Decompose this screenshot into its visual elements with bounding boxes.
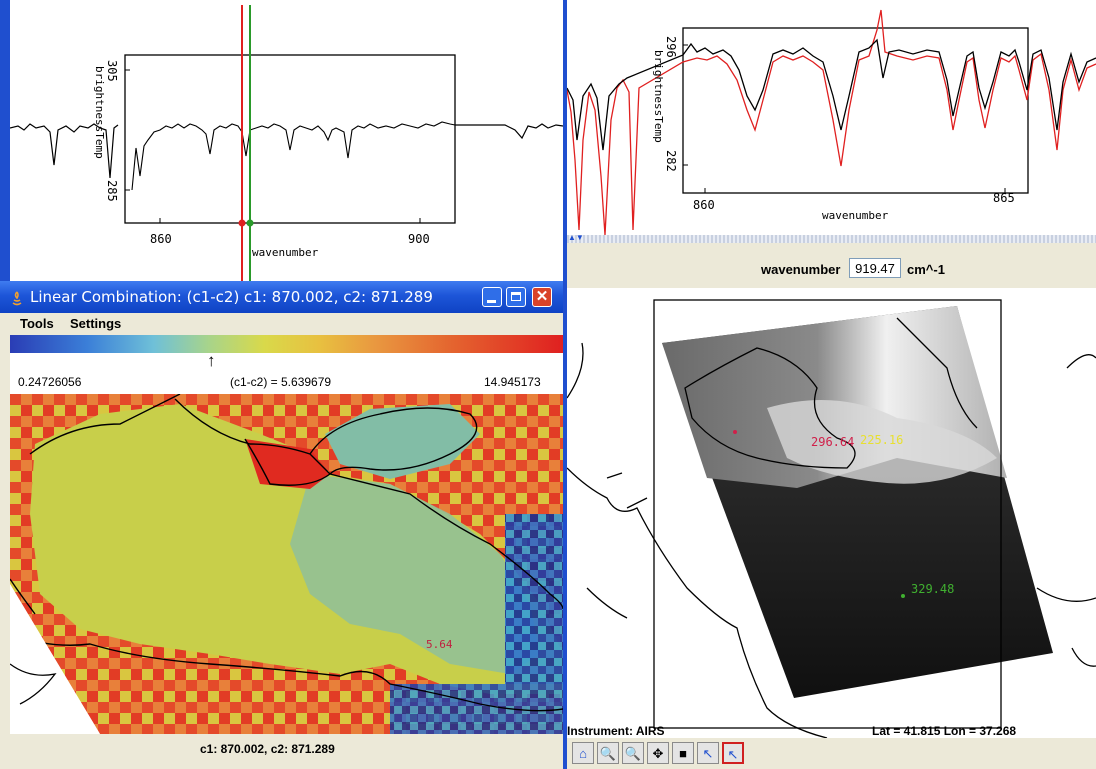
- close-button[interactable]: ✕: [532, 287, 552, 307]
- region-blue-south: [390, 684, 563, 734]
- plot-frame: [682, 27, 1029, 194]
- left-lower-edge: [0, 313, 10, 769]
- pan-button[interactable]: ✥: [647, 742, 669, 764]
- region-blue-east: [505, 514, 563, 684]
- probe-value-map: 5.64: [426, 638, 453, 651]
- lat-lon-readout: Lat = 41.815 Lon = 37.268: [872, 724, 1017, 738]
- pointer-selected-icon: ↖: [727, 747, 739, 762]
- pointer-selected-button[interactable]: ↖: [722, 742, 744, 764]
- cursor-marker-green[interactable]: [246, 219, 254, 227]
- ytick-282: 282: [664, 150, 678, 172]
- minimize-button[interactable]: [482, 287, 502, 307]
- brightness-map[interactable]: 296.64 225.16 329.48: [567, 288, 1096, 738]
- zoom-in-button[interactable]: 🔍: [597, 742, 619, 764]
- ytick-285: 285: [105, 180, 119, 202]
- spectrum-trace-outer-right: [455, 123, 563, 140]
- menu-tools[interactable]: Tools: [20, 316, 54, 331]
- wavenumber-label: wavenumber: [761, 262, 841, 277]
- spectrum-trace-red: [567, 9, 1096, 235]
- colorbar[interactable]: [10, 335, 563, 353]
- panel-splitter[interactable]: [567, 235, 1096, 243]
- cursor-marker-red[interactable]: [238, 219, 246, 227]
- ytick-296: 296: [664, 36, 678, 58]
- window-title: Linear Combination: (c1-c2) c1: 870.002,…: [30, 288, 433, 306]
- x-axis-label: wavenumber: [822, 209, 889, 222]
- spectrum-trace-inner: [131, 121, 456, 191]
- y-axis-label: brightnessTemp: [93, 66, 106, 159]
- ytick-305: 305: [105, 60, 119, 82]
- xtick-865: 865: [993, 191, 1015, 205]
- close-icon: ✕: [535, 288, 549, 305]
- zoom-out-icon: 🔍: [624, 746, 642, 761]
- y-axis-label: brightnessTemp: [652, 50, 665, 143]
- instrument-label: Instrument: AIRS: [567, 724, 665, 738]
- wavenumber-unit: cm^-1: [907, 262, 945, 277]
- probe-point-red[interactable]: [733, 430, 737, 434]
- pointer-icon: ↖: [702, 746, 714, 761]
- wavenumber-input[interactable]: 919.47: [849, 258, 901, 278]
- colorbar-center-label: (c1-c2) = 5.639679: [230, 375, 332, 389]
- probe-value-green: 329.48: [911, 582, 954, 596]
- zoom-in-icon: 🔍: [599, 746, 617, 761]
- pan-icon: ✥: [652, 746, 664, 761]
- probe-value-yellow: 225.16: [860, 433, 903, 447]
- box-select-icon: ■: [679, 746, 687, 761]
- spectrum-plot-left[interactable]: 305 285 brightnessTemp 860 900 wavenumbe…: [10, 0, 563, 281]
- colorbar-max-label: 14.945173: [484, 375, 541, 389]
- xtick-900: 900: [408, 232, 430, 246]
- splitter-arrows-icon[interactable]: ▲▼: [568, 234, 584, 242]
- colorbar-min-label: 0.24726056: [18, 375, 82, 389]
- map-white-corner: [10, 584, 100, 734]
- plot-frame: [124, 54, 456, 224]
- xtick-860: 860: [150, 232, 172, 246]
- spectrum-plot-right[interactable]: 296 282 brightnessTemp 860 865 wavenumbe…: [567, 0, 1096, 235]
- colorbar-arrow[interactable]: ↑: [207, 352, 216, 369]
- box-select-button[interactable]: ■: [672, 742, 694, 764]
- home-icon: ⌂: [579, 746, 587, 761]
- maximize-icon: [511, 292, 521, 301]
- x-axis-label: wavenumber: [252, 246, 319, 259]
- xtick-860: 860: [693, 198, 715, 212]
- zoom-out-button[interactable]: 🔍: [622, 742, 644, 764]
- probe-value-red: 296.64: [811, 435, 854, 449]
- home-button[interactable]: ⌂: [572, 742, 594, 764]
- java-icon: [10, 290, 24, 306]
- probe-point-green[interactable]: [901, 594, 905, 598]
- footer-channels: c1: 870.002, c2: 871.289: [200, 742, 335, 756]
- menu-settings[interactable]: Settings: [70, 316, 121, 331]
- pointer-button[interactable]: ↖: [697, 742, 719, 764]
- minimize-icon: [487, 300, 496, 303]
- plot-left-ticks: [125, 69, 421, 223]
- maximize-button[interactable]: [506, 287, 526, 307]
- spectrum-trace-black: [567, 38, 1096, 151]
